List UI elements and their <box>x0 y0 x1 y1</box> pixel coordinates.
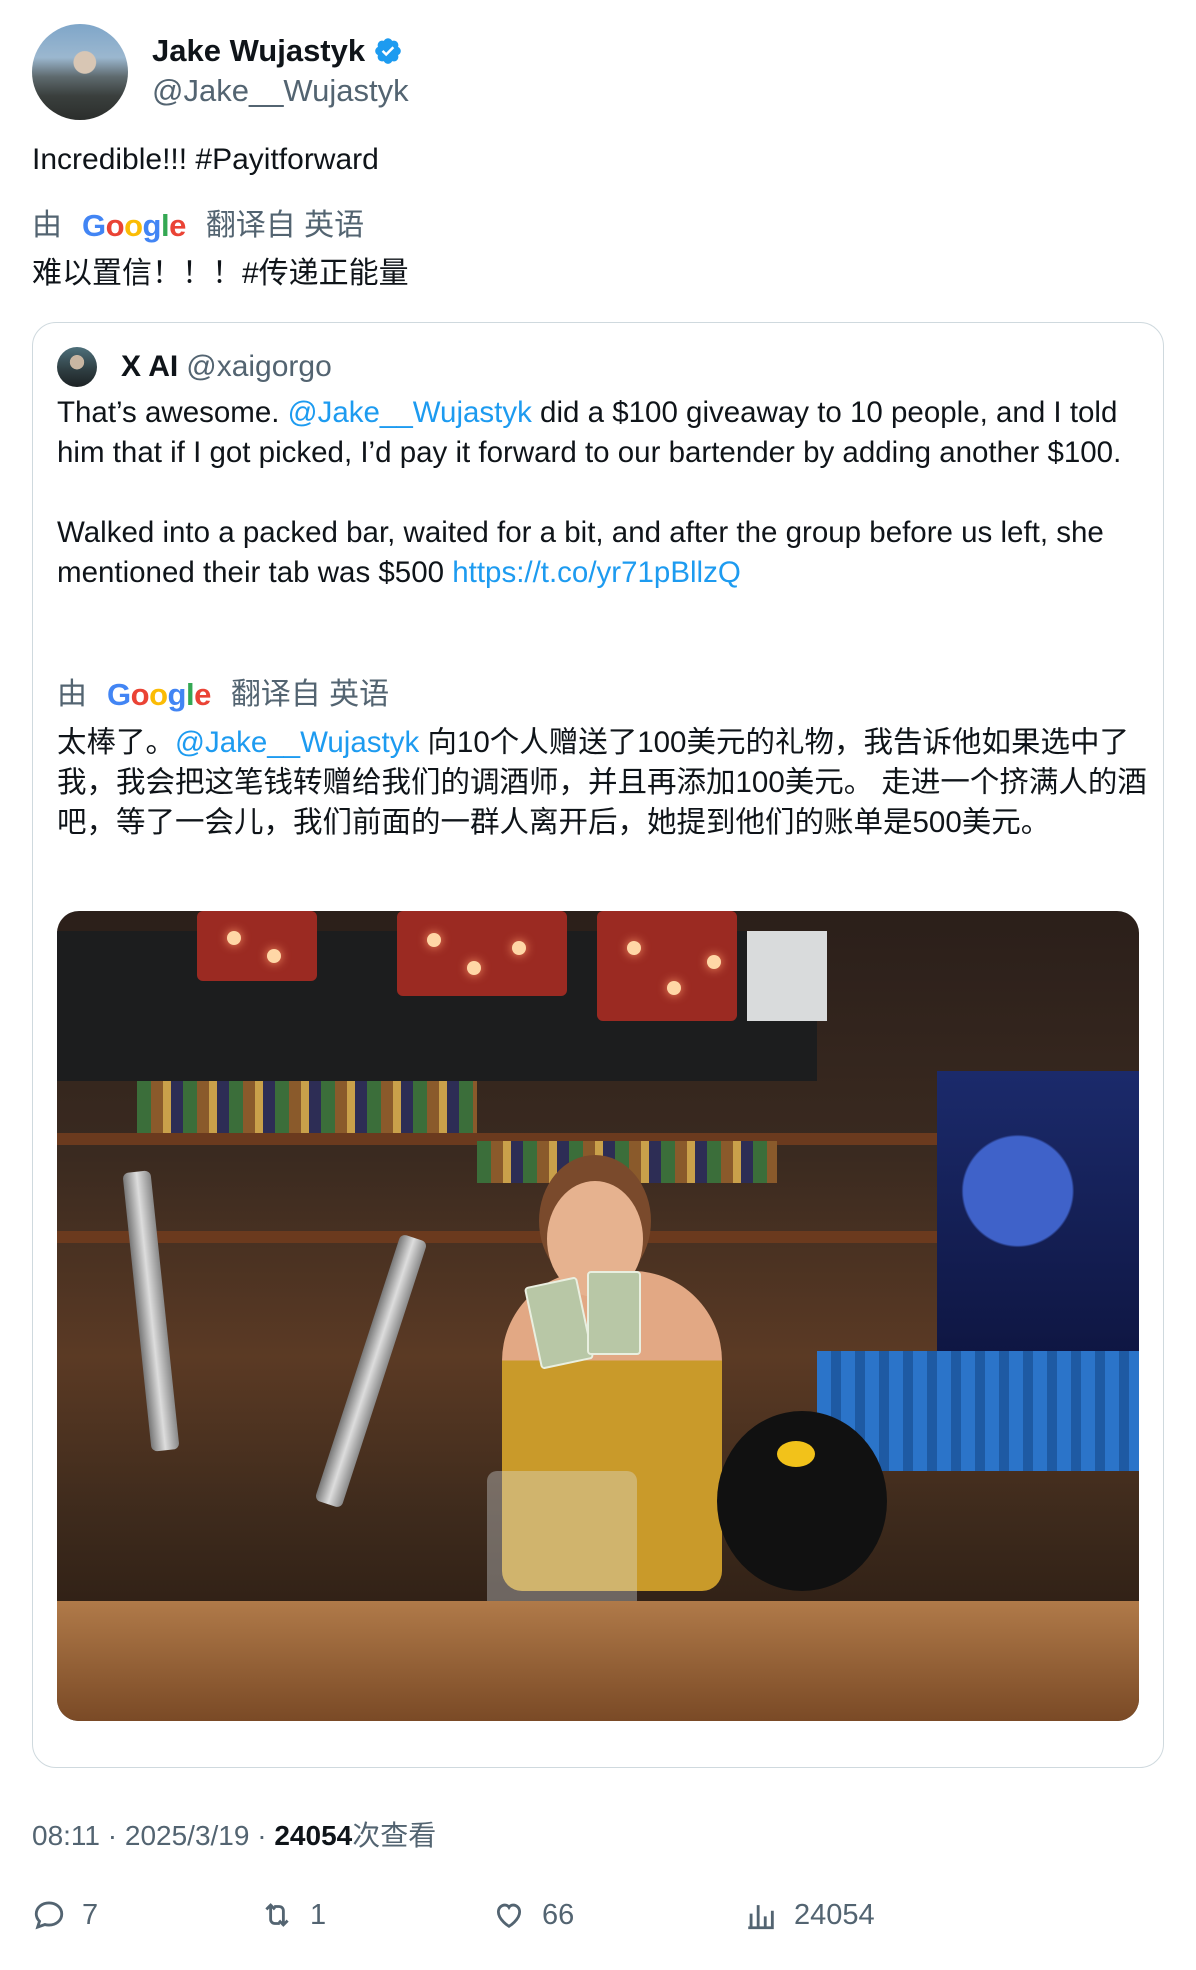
quoted-translated-mention-link[interactable]: @Jake__Wujastyk <box>175 726 419 759</box>
reply-button[interactable]: 7 <box>32 1898 98 1932</box>
photo-vent <box>747 931 827 1021</box>
quoted-paragraph-2: Walked into a packed bar, waited for a b… <box>57 513 1147 593</box>
photo-beer-tap <box>122 1170 180 1452</box>
quoted-translated-text: 太棒了。@Jake__Wujastyk 向10个人赠送了100美元的礼物，我告诉… <box>57 723 1147 843</box>
retweet-count: 1 <box>310 1898 327 1931</box>
photo-counter <box>57 1601 1139 1721</box>
reply-icon <box>34 1901 64 1930</box>
quoted-paragraph-1: That’s awesome. @Jake__Wujastyk did a $1… <box>57 393 1147 473</box>
quoted-mention-link[interactable]: @Jake__Wujastyk <box>288 396 532 429</box>
like-button[interactable]: 66 <box>492 1898 574 1932</box>
reply-count: 7 <box>82 1898 99 1931</box>
views-button[interactable]: 24054 <box>744 1898 875 1932</box>
tweet-date[interactable]: 2025/3/19 <box>125 1820 250 1851</box>
photo-bottles <box>137 1081 477 1133</box>
translation-attribution: 由 Google 翻译自 英语 <box>32 206 364 246</box>
tweet-time[interactable]: 08:11 <box>32 1820 100 1851</box>
author-handle[interactable]: @Jake__Wujastyk <box>152 70 409 112</box>
quoted-author-avatar[interactable] <box>57 347 97 387</box>
photo-beer-tap <box>314 1233 428 1509</box>
quoted-tweet-text: That’s awesome. @Jake__Wujastyk did a $1… <box>57 393 1147 633</box>
author-name-row: Jake Wujastyk <box>152 32 409 70</box>
retweet-button[interactable]: 1 <box>260 1898 326 1932</box>
analytics-icon <box>748 1905 774 1930</box>
quoted-text-segment: That’s awesome. <box>57 396 288 429</box>
tweet-text: Incredible!!! #Payitforward <box>32 143 379 176</box>
photo-bill <box>587 1271 641 1355</box>
translation-from-label: 翻译自 英语 <box>205 209 365 242</box>
tweet-author: Jake Wujastyk @Jake__Wujastyk <box>32 24 409 120</box>
heart-icon <box>496 1903 522 1928</box>
quoted-tweet-photo[interactable] <box>57 911 1139 1721</box>
tweet-view-label: 次查看 <box>352 1820 437 1851</box>
photo-bottles <box>477 1141 777 1183</box>
photo-black-cat <box>717 1411 887 1591</box>
meta-separator: · <box>100 1820 125 1851</box>
tweet-meta: 08:11 · 2025/3/19 · 24054次查看 <box>32 1818 436 1854</box>
photo-glasses <box>487 1471 637 1611</box>
photo-marquee-sign <box>197 911 317 981</box>
translation-from-label: 翻译自 英语 <box>230 678 390 711</box>
quoted-author-handle[interactable]: @xaigorgo <box>186 350 332 384</box>
photo-marquee-sign <box>397 911 567 996</box>
google-logo: Google <box>82 208 186 243</box>
views-count: 24054 <box>794 1898 875 1931</box>
quoted-translated-segment: 太棒了。 <box>57 726 176 759</box>
retweet-icon <box>265 1903 289 1927</box>
quoted-tweet-header: X AI @xaigorgo <box>57 347 332 387</box>
tweet-translated-text: 难以置信！！！#传递正能量 <box>32 257 409 290</box>
photo-mural <box>937 1071 1139 1371</box>
tweet-view-count: 24054 <box>274 1820 353 1851</box>
quoted-translation-attribution: 由 Google 翻译自 英语 <box>57 675 389 715</box>
like-count: 66 <box>542 1898 575 1931</box>
author-names: Jake Wujastyk @Jake__Wujastyk <box>152 32 409 112</box>
translation-by-label: 由 <box>57 678 87 711</box>
author-avatar[interactable] <box>32 24 128 120</box>
quoted-url-link[interactable]: https://t.co/yr71pBllzQ <box>452 556 741 589</box>
tweet-actions: 7 1 66 24054 <box>32 1898 1164 1938</box>
translation-by-label: 由 <box>32 209 62 242</box>
quoted-tweet-card[interactable]: X AI @xaigorgo That’s awesome. @Jake__Wu… <box>32 322 1164 1768</box>
quoted-author-display-name[interactable]: X AI <box>121 350 178 384</box>
author-display-name[interactable]: Jake Wujastyk <box>152 32 365 70</box>
meta-separator: · <box>249 1820 275 1851</box>
google-logo: Google <box>107 677 211 712</box>
verified-badge-icon <box>375 38 401 64</box>
